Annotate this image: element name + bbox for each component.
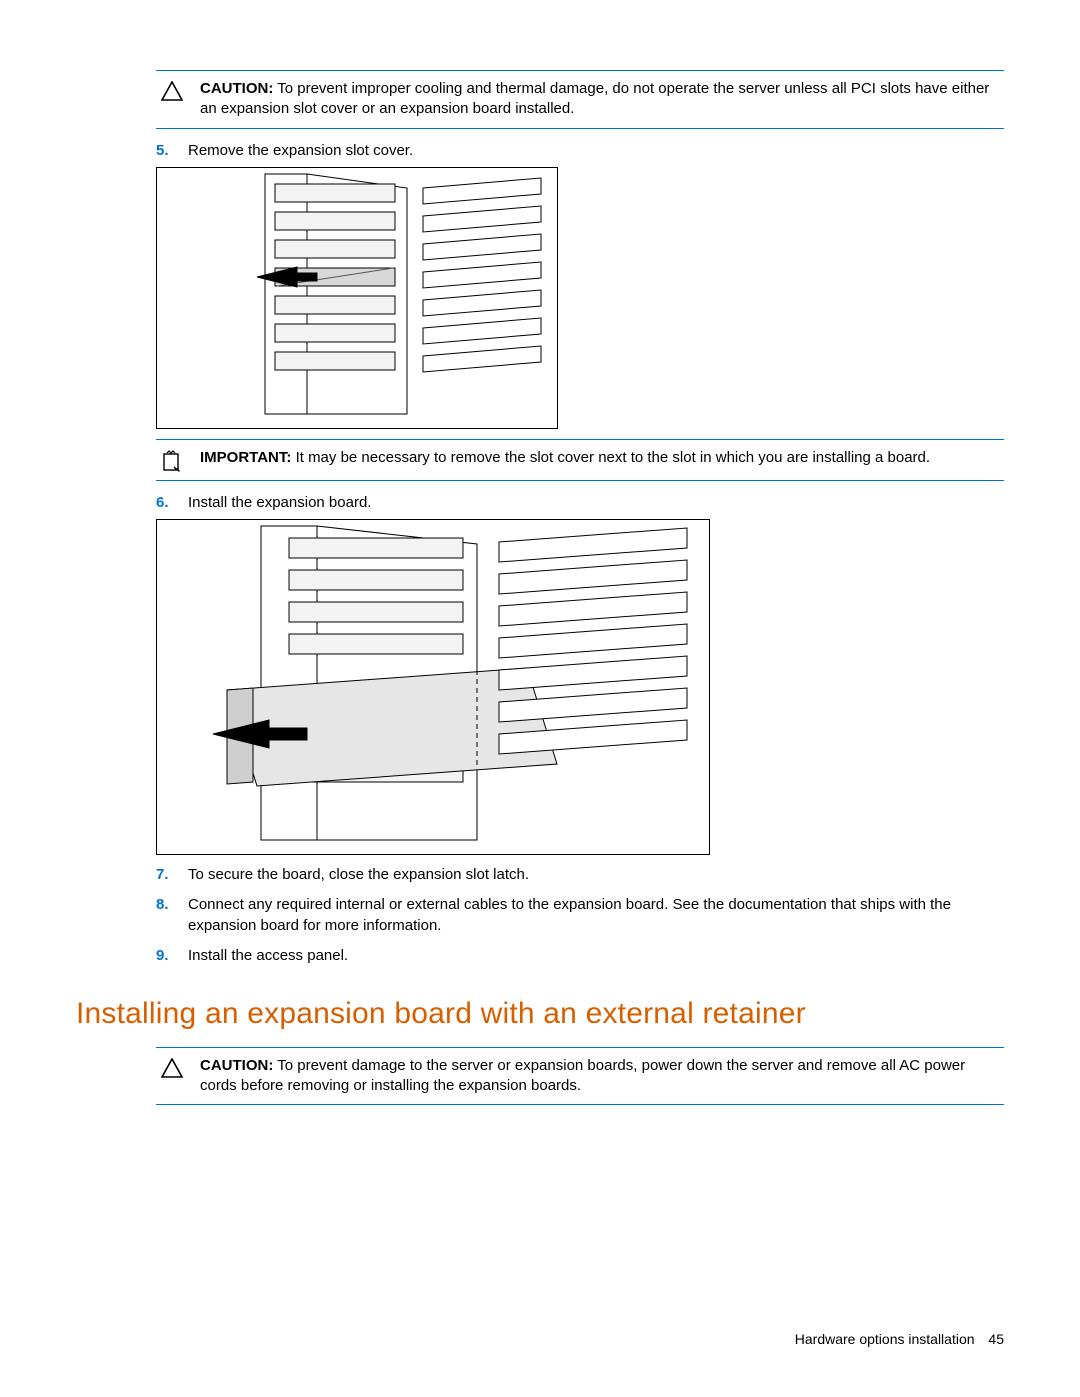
step-9-num: 9. <box>156 946 176 966</box>
step-9-text: Install the access panel. <box>188 946 348 966</box>
step-8-num: 8. <box>156 895 176 915</box>
step-5-text: Remove the expansion slot cover. <box>188 141 413 161</box>
step-7: 7. To secure the board, close the expans… <box>156 865 1004 885</box>
important-body: It may be necessary to remove the slot c… <box>296 449 931 466</box>
footer: Hardware options installation 45 <box>795 1330 1004 1349</box>
figure-remove-slot-cover <box>156 167 558 429</box>
caution-callout-2: CAUTION: To prevent damage to the server… <box>156 1047 1004 1106</box>
section-heading: Installing an expansion board with an ex… <box>76 994 1004 1035</box>
important-callout: IMPORTANT: It may be necessary to remove… <box>156 439 1004 481</box>
step-6: 6. Install the expansion board. <box>156 493 1004 513</box>
figure-install-board <box>156 519 710 855</box>
important-label: IMPORTANT: <box>200 449 291 466</box>
caution-icon <box>160 1056 184 1078</box>
caution-text-1: CAUTION: To prevent improper cooling and… <box>200 79 1004 120</box>
caution-text-2: CAUTION: To prevent damage to the server… <box>200 1056 1004 1097</box>
content-column-2: CAUTION: To prevent damage to the server… <box>156 1047 1004 1106</box>
step-6-num: 6. <box>156 493 176 513</box>
caution-callout-1: CAUTION: To prevent improper cooling and… <box>156 70 1004 129</box>
step-9: 9. Install the access panel. <box>156 946 1004 966</box>
step-7-num: 7. <box>156 865 176 885</box>
step-7-text: To secure the board, close the expansion… <box>188 865 529 885</box>
important-text: IMPORTANT: It may be necessary to remove… <box>200 448 1004 468</box>
step-5: 5. Remove the expansion slot cover. <box>156 141 1004 161</box>
caution-label-2: CAUTION: <box>200 1057 273 1074</box>
step-8-text: Connect any required internal or externa… <box>188 895 1004 936</box>
page-number: 45 <box>988 1331 1004 1347</box>
caution-label-1: CAUTION: <box>200 80 273 97</box>
footer-text: Hardware options installation <box>795 1331 975 1347</box>
caution-body-2: To prevent damage to the server or expan… <box>200 1057 965 1094</box>
page: CAUTION: To prevent improper cooling and… <box>0 0 1080 1397</box>
step-6-text: Install the expansion board. <box>188 493 371 513</box>
caution-body-1: To prevent improper cooling and thermal … <box>200 80 989 117</box>
step-8: 8. Connect any required internal or exte… <box>156 895 1004 936</box>
content-column: CAUTION: To prevent improper cooling and… <box>156 70 1004 966</box>
step-5-num: 5. <box>156 141 176 161</box>
caution-icon <box>160 79 184 101</box>
important-icon <box>160 448 184 472</box>
